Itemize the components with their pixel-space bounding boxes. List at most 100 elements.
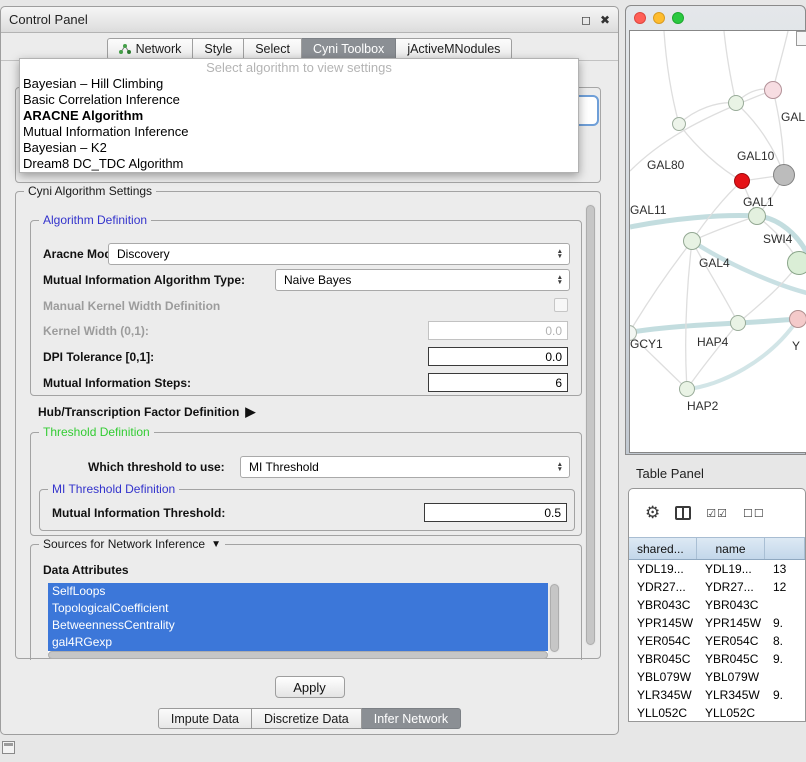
- graph-node-green-mid[interactable]: [730, 315, 746, 331]
- settings-scrollbar[interactable]: [585, 204, 596, 646]
- graph-node-green-upper[interactable]: [728, 95, 744, 111]
- table-row[interactable]: YLL052C YLL052C: [629, 704, 805, 722]
- tab-cyni-toolbox[interactable]: Cyni Toolbox: [302, 38, 396, 60]
- cell-shared: YBL079W: [629, 668, 697, 686]
- close-icon[interactable]: ✖: [600, 13, 610, 27]
- manual-kernel-width-checkbox[interactable]: [554, 298, 568, 312]
- dropdown-item-bayesian-k2[interactable]: Bayesian – K2: [20, 140, 578, 156]
- settings-scrollbar-thumb[interactable]: [586, 205, 595, 645]
- dropdown-item-mutual-information[interactable]: Mutual Information Inference: [20, 124, 578, 140]
- tab-network[interactable]: Network: [107, 38, 194, 60]
- attribute-item-topologicalcoefficient[interactable]: TopologicalCoefficient: [48, 600, 548, 617]
- tab-style[interactable]: Style: [193, 38, 244, 60]
- tab-jactivemnodules[interactable]: jActiveMNodules: [396, 38, 512, 60]
- table-row[interactable]: YPR145W YPR145W 9.: [629, 614, 805, 632]
- attribute-item-gal4rgexp[interactable]: gal4RGexp: [48, 634, 548, 651]
- mi-algorithm-type-combobox[interactable]: Naive Bayes ▲ ▼: [275, 269, 570, 291]
- expanded-arrow-icon[interactable]: ▼: [211, 539, 221, 550]
- graph-node-pink-top[interactable]: [764, 81, 782, 99]
- kernel-width-field[interactable]: [428, 321, 568, 340]
- threshold-definition-title: Threshold Definition: [39, 425, 154, 439]
- cell-shared: YBR043C: [629, 596, 697, 614]
- aracne-mode-combobox[interactable]: Discovery ▲ ▼: [108, 243, 570, 265]
- tab-discretize-data[interactable]: Discretize Data: [252, 708, 362, 729]
- network-canvas[interactable]: GAL80 GAL10 GAL11 GAL1 SWI4 GAL4 GCY1 HA…: [629, 30, 806, 453]
- which-threshold-combobox[interactable]: MI Threshold ▲ ▼: [240, 456, 570, 478]
- data-attributes-list[interactable]: SelfLoops TopologicalCoefficient Between…: [48, 583, 548, 653]
- table-row[interactable]: YBL079W YBL079W: [629, 668, 805, 686]
- table-body: YDL19... YDL19... 13 YDR27... YDR27... 1…: [629, 560, 805, 722]
- table-row[interactable]: YBR045C YBR045C 9.: [629, 650, 805, 668]
- graph-node-red[interactable]: [734, 173, 750, 189]
- graph-node-hap2[interactable]: [679, 381, 695, 397]
- column-header-shared-name[interactable]: shared...: [629, 538, 697, 559]
- control-panel-titlebar[interactable]: Control Panel ◻ ✖: [1, 7, 618, 33]
- graph-label-gal11: GAL11: [630, 203, 666, 217]
- minimize-traffic-light[interactable]: [653, 12, 665, 24]
- graph-label-gal80: GAL80: [647, 158, 684, 172]
- table-row[interactable]: YLR345W YLR345W 9.: [629, 686, 805, 704]
- kernel-width-label: Kernel Width (0,1):: [43, 324, 149, 338]
- table-row[interactable]: YDL19... YDL19... 13: [629, 560, 805, 578]
- graph-label-gcy1: GCY1: [630, 337, 663, 351]
- dropdown-item-bayesian-hill-climbing[interactable]: Bayesian – Hill Climbing: [20, 76, 578, 92]
- cell-name: YBR043C: [697, 596, 765, 614]
- apply-button[interactable]: Apply: [275, 676, 345, 698]
- close-traffic-light[interactable]: [634, 12, 646, 24]
- cell-name: YBR045C: [697, 650, 765, 668]
- cell-name: YBL079W: [697, 668, 765, 686]
- deselect-all-checks-icon[interactable]: ☐☐: [743, 507, 765, 520]
- collapsed-arrow-icon[interactable]: ▶: [245, 404, 255, 420]
- network-icon: [119, 43, 131, 55]
- tab-infer-network[interactable]: Infer Network: [362, 708, 461, 729]
- graph-node-green-large-right[interactable]: [787, 251, 806, 275]
- cell-value: 9.: [765, 650, 805, 668]
- select-all-checks-icon[interactable]: ☑☑: [706, 507, 728, 520]
- mi-steps-field[interactable]: [428, 373, 568, 392]
- table-header-row: shared... name: [629, 537, 805, 560]
- arrow-down-icon: ▼: [557, 467, 563, 473]
- graph-node-pink-right[interactable]: [789, 310, 806, 328]
- column-header-name[interactable]: name: [697, 538, 765, 559]
- graph-node-gal10-gray[interactable]: [773, 164, 795, 186]
- cell-shared: YBR045C: [629, 650, 697, 668]
- graph-label-y-clipped: Y: [792, 339, 800, 353]
- algorithm-dropdown-popup: Select algorithm to view settings Bayesi…: [19, 58, 579, 173]
- network-view-window: GAL80 GAL10 GAL11 GAL1 SWI4 GAL4 GCY1 HA…: [625, 5, 806, 455]
- dropdown-placeholder: Select algorithm to view settings: [20, 60, 578, 76]
- attribute-list-vscrollbar[interactable]: [549, 583, 560, 653]
- tab-impute-data[interactable]: Impute Data: [158, 708, 252, 729]
- graph-node-gal80[interactable]: [672, 117, 686, 131]
- dropdown-item-aracne[interactable]: ARACNE Algorithm: [20, 108, 578, 124]
- combo-arrows-icon: ▲ ▼: [557, 249, 569, 260]
- cell-name: YLL052C: [697, 704, 765, 722]
- dpi-tolerance-field[interactable]: [428, 347, 568, 366]
- tab-select[interactable]: Select: [244, 38, 302, 60]
- threshold-definition-group: Threshold Definition Which threshold to …: [30, 432, 582, 536]
- table-row[interactable]: YER054C YER054C 8.: [629, 632, 805, 650]
- network-window-titlebar[interactable]: [626, 6, 805, 30]
- attribute-list-hscroll-thumb[interactable]: [48, 651, 548, 659]
- attribute-item-selfloops[interactable]: SelfLoops: [48, 583, 548, 600]
- algorithm-definition-group: Algorithm Definition Aracne Mode: Discov…: [30, 220, 582, 396]
- column-header-clipped[interactable]: [765, 538, 805, 559]
- mi-threshold-field[interactable]: [424, 503, 567, 522]
- dropdown-item-dream8[interactable]: Dream8 DC_TDC Algorithm: [20, 156, 578, 172]
- attribute-item-betweennesscentrality[interactable]: BetweennessCentrality: [48, 617, 548, 634]
- attribute-list-vscroll-thumb[interactable]: [550, 584, 559, 652]
- table-row[interactable]: YBR043C YBR043C: [629, 596, 805, 614]
- settings-group-title: Cyni Algorithm Settings: [24, 184, 156, 198]
- graph-node-gal1[interactable]: [748, 207, 766, 225]
- mi-threshold-definition-group: MI Threshold Definition Mutual Informati…: [39, 489, 575, 531]
- hub-transcription-factor-section[interactable]: Hub/Transcription Factor Definition ▶: [38, 404, 255, 420]
- zoom-traffic-light[interactable]: [672, 12, 684, 24]
- graph-node-gal4[interactable]: [683, 232, 701, 250]
- dropdown-item-basic-correlation[interactable]: Basic Correlation Inference: [20, 92, 578, 108]
- table-row[interactable]: YDR27... YDR27... 12: [629, 578, 805, 596]
- gear-icon[interactable]: ⚙: [645, 503, 660, 523]
- cell-value: [765, 668, 805, 686]
- minimized-panel-icon[interactable]: [2, 741, 15, 754]
- sources-title-text: Sources for Network Inference: [43, 537, 205, 551]
- float-window-icon[interactable]: ◻: [581, 13, 591, 27]
- columns-icon[interactable]: [675, 506, 691, 520]
